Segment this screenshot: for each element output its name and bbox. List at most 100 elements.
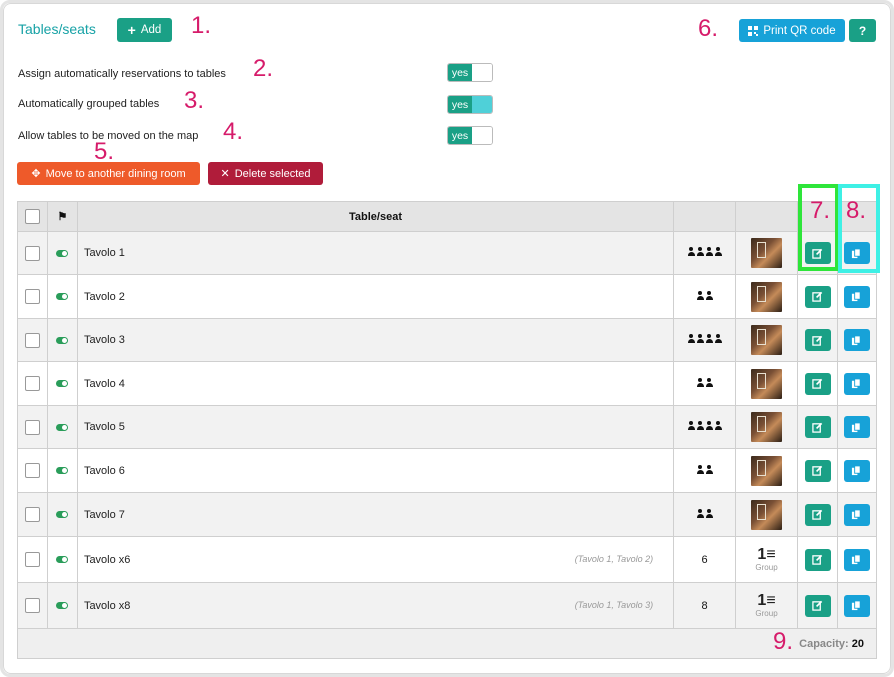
table-photo[interactable] [751,238,783,268]
copy-icon [852,509,862,520]
seats-people-icon [696,508,713,518]
plus-icon: + [127,22,136,38]
row-status-cell [46,582,78,629]
table-photo[interactable] [751,281,783,312]
row-checkbox[interactable] [24,507,40,522]
row-checkbox[interactable] [24,332,40,348]
print-qr-button[interactable]: Print QR code [739,19,845,42]
active-toggle-icon[interactable] [56,423,69,431]
row-media-cell: 1≡ Group [735,582,799,629]
row-media-cell [735,318,799,362]
edit-button[interactable] [804,594,831,617]
delete-selected-button[interactable]: ✕ Delete selected [208,162,323,185]
toggle-grouped-state: yes [448,96,472,113]
table-photo[interactable] [751,412,783,442]
edit-button[interactable] [804,459,831,482]
table-name: Tavolo x8 [83,599,131,612]
edit-button[interactable] [804,416,831,438]
table-row[interactable]: Tavolo 3 [17,318,878,362]
setting-grouped-label: Automatically grouped tables [18,98,160,110]
annotation-6: 6. [698,15,719,42]
table-row[interactable]: Tavolo 2 [17,274,878,319]
row-checkbox[interactable] [24,376,40,391]
help-button[interactable]: ? [849,19,876,42]
table-photo[interactable] [751,368,783,399]
copy-button[interactable] [843,372,870,395]
capacity-footer: Capacity: 20 [17,628,877,659]
edit-button[interactable] [804,329,831,351]
row-checkbox[interactable] [24,419,40,435]
row-name-cell: Tavolo 1 [76,231,675,275]
row-checkbox[interactable] [24,245,40,261]
seats-people-icon [696,290,713,300]
copy-icon [852,421,862,432]
row-copy-cell [836,536,878,583]
table-row[interactable]: Tavolo 6 [17,448,878,493]
copy-button[interactable] [843,594,870,617]
copy-button[interactable] [843,548,870,571]
edit-button[interactable] [804,372,831,395]
table-name: Tavolo 7 [83,508,125,521]
add-button[interactable]: + Add [117,18,172,42]
table-row[interactable]: Tavolo 5 [17,405,878,449]
table-name: Tavolo 2 [83,290,125,303]
seats-count: 6 [701,553,708,566]
table-row[interactable]: Tavolo x6 (Tavolo 1, Tavolo 2) 6 1≡ Group [17,536,878,583]
capacity-value: 20 [851,637,864,650]
select-all-checkbox[interactable] [24,209,40,224]
row-checkbox[interactable] [24,598,40,613]
table-photo[interactable] [751,325,783,355]
row-status-cell [46,231,78,275]
copy-button[interactable] [843,503,870,526]
toggle-grouped[interactable]: yes [447,95,493,114]
seats-people-icon [687,247,722,256]
edit-button[interactable] [804,285,831,308]
row-seats-cell [673,361,737,406]
edit-button[interactable] [804,503,831,526]
row-select-cell [17,405,48,449]
table-row[interactable]: Tavolo x8 (Tavolo 1, Tavolo 3) 8 1≡ Group [17,582,878,629]
table-row[interactable]: Tavolo 1 [17,231,878,275]
row-checkbox[interactable] [24,289,40,304]
row-checkbox[interactable] [24,463,40,478]
active-toggle-icon[interactable] [56,380,69,387]
toggle-move-map-state: yes [448,127,472,144]
edit-icon [812,378,823,389]
active-toggle-icon[interactable] [56,511,69,518]
table-row[interactable]: Tavolo 7 [17,492,878,537]
copy-button[interactable] [843,416,870,438]
row-seats-cell [673,405,737,449]
active-toggle-icon[interactable] [56,467,69,474]
seats-people-icon [696,377,713,387]
row-edit-cell [797,492,838,537]
active-toggle-icon[interactable] [56,556,69,563]
active-toggle-icon[interactable] [56,336,69,344]
table-photo[interactable] [751,455,783,486]
row-status-cell [46,361,78,406]
row-copy-cell [836,361,878,406]
row-media-cell [735,492,799,537]
row-select-cell [17,361,48,406]
active-toggle-icon[interactable] [56,249,69,257]
table-row[interactable]: Tavolo 4 [17,361,878,406]
toggle-move-map[interactable]: yes [447,126,493,145]
row-checkbox[interactable] [24,552,40,567]
row-select-cell [17,448,48,493]
row-media-cell [735,231,799,275]
active-toggle-icon[interactable] [56,602,69,609]
row-seats-cell: 6 [673,536,737,583]
seats-people-icon [687,421,722,430]
active-toggle-icon[interactable] [56,293,69,300]
row-select-cell [17,274,48,319]
row-copy-cell [836,274,878,319]
table-photo[interactable] [751,499,783,530]
row-status-cell [46,318,78,362]
row-status-cell [46,448,78,493]
copy-button[interactable] [843,329,870,351]
copy-button[interactable] [843,459,870,482]
edit-icon [812,335,823,346]
edit-button[interactable] [804,548,831,571]
copy-button[interactable] [843,285,870,308]
row-media-cell [735,405,799,449]
toggle-auto-assign[interactable]: yes [447,63,493,82]
